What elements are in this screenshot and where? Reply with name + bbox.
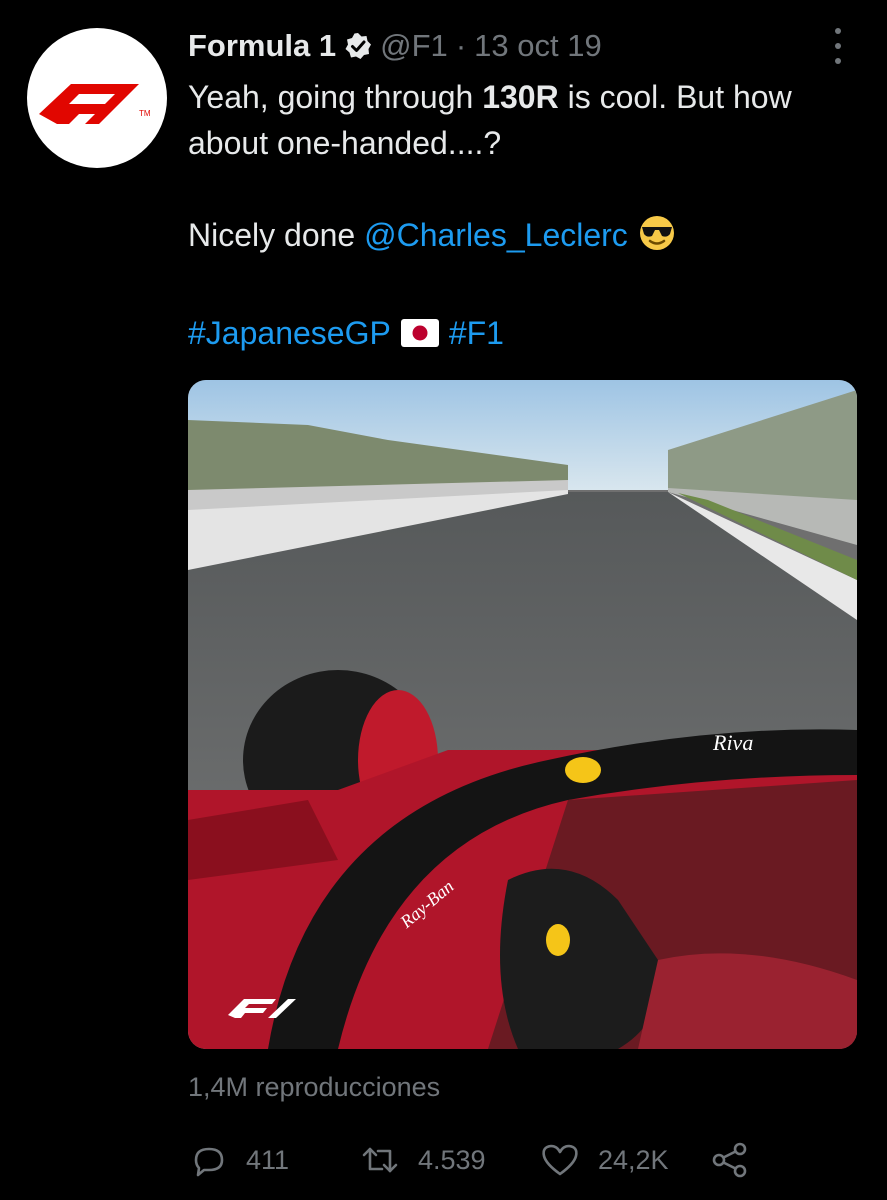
svg-text:Riva: Riva [712, 730, 753, 755]
avatar[interactable]: TM [27, 28, 167, 168]
tweet-date[interactable]: 13 oct 19 [474, 28, 602, 64]
share-icon [712, 1142, 747, 1178]
hashtag-f1[interactable]: #F1 [449, 315, 504, 351]
tweet-text: Yeah, going through 130R is cool. But ho… [188, 74, 828, 359]
text-segment: Yeah, going through [188, 79, 483, 115]
video-thumbnail[interactable]: Riva Ray-Ban [188, 380, 857, 1049]
f1-logo-icon: TM [39, 84, 151, 124]
retweet-count: 4.539 [418, 1144, 486, 1175]
author-handle[interactable]: @F1 [380, 28, 448, 64]
tweet-line-1: Yeah, going through 130R is cool. But ho… [188, 74, 828, 166]
header-separator: · [455, 28, 467, 63]
tweet-header: Formula 1 @F1 · 13 oct 19 [188, 26, 602, 66]
retweet-icon [362, 1147, 398, 1173]
action-bar: 411 4.539 24,2K [190, 1138, 860, 1182]
text-bold-130r: 130R [482, 79, 559, 115]
view-count: 1,4M reproducciones [188, 1072, 441, 1102]
reply-icon [194, 1147, 224, 1177]
like-count: 24,2K [598, 1144, 669, 1175]
verified-badge-icon [344, 32, 372, 60]
text-segment: Nicely done [188, 217, 365, 253]
tweet-line-3: #JapaneseGP #F1 [188, 310, 828, 359]
author-name[interactable]: Formula 1 [188, 28, 336, 64]
more-options-icon[interactable] [826, 28, 850, 64]
like-icon [542, 1144, 578, 1176]
mention-link[interactable]: @Charles_Leclerc [364, 217, 628, 253]
reply-button[interactable]: 411 [190, 1138, 289, 1182]
sunglasses-emoji-icon [638, 214, 676, 264]
retweet-button[interactable]: 4.539 [360, 1138, 486, 1182]
svg-text:TM: TM [139, 109, 151, 118]
like-button[interactable]: 24,2K [540, 1138, 669, 1182]
reply-count: 411 [246, 1144, 290, 1175]
tweet-line-2: Nicely done @Charles_Leclerc [188, 212, 828, 264]
share-button[interactable] [710, 1138, 768, 1182]
japan-flag-icon [400, 313, 439, 359]
hashtag-japanesegp[interactable]: #JapaneseGP [188, 315, 391, 351]
